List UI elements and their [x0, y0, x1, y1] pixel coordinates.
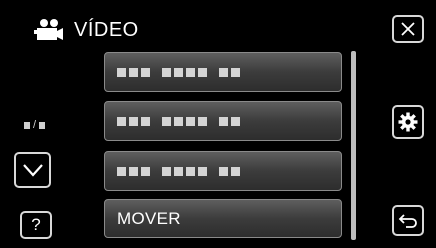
menu-item-mover[interactable]: MOVER	[104, 199, 342, 238]
help-button[interactable]: ?	[20, 211, 52, 239]
menu-item-label-placeholder	[117, 116, 240, 126]
page-indicator: /	[24, 119, 46, 131]
back-button[interactable]	[392, 205, 424, 236]
video-camera-icon	[34, 18, 64, 42]
page-indicator-separator: /	[33, 119, 37, 131]
menu-item[interactable]	[104, 101, 342, 141]
menu-item-label-placeholder	[117, 166, 240, 176]
menu-item[interactable]	[104, 52, 342, 92]
page-indicator-current	[24, 122, 30, 129]
close-icon	[401, 22, 415, 36]
return-icon	[398, 213, 417, 228]
menu-item-label-placeholder	[117, 67, 240, 77]
scrollbar[interactable]	[351, 51, 356, 240]
gear-icon	[398, 112, 418, 132]
chevron-down-icon	[22, 164, 43, 177]
help-label: ?	[31, 215, 41, 234]
menu-item[interactable]	[104, 151, 342, 191]
page-down-button[interactable]	[14, 152, 51, 188]
settings-button[interactable]	[392, 105, 424, 139]
page-indicator-total	[39, 122, 46, 129]
menu-item-label: MOVER	[117, 208, 181, 228]
close-button[interactable]	[392, 15, 424, 43]
page-title: VÍDEO	[74, 19, 139, 41]
